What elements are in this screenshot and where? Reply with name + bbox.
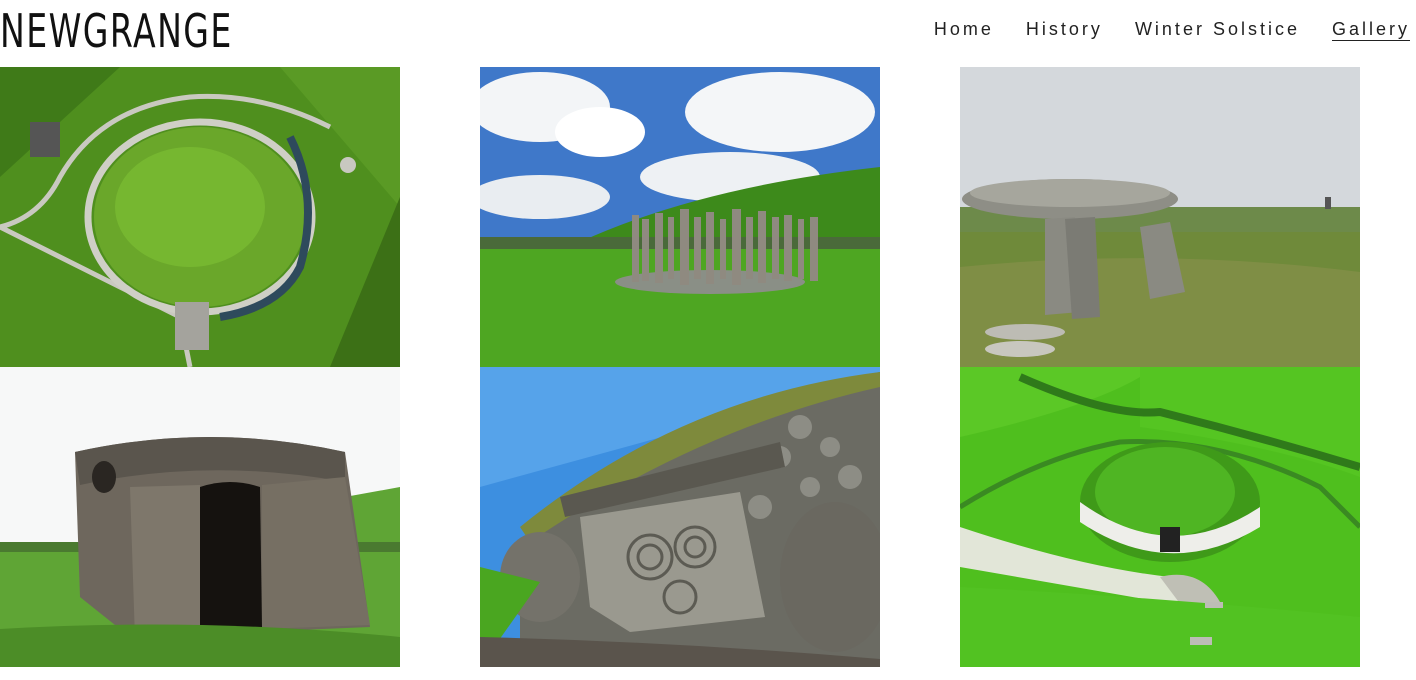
nav-gallery[interactable]: Gallery	[1331, 18, 1410, 41]
gallery-photo-kerbstone[interactable]	[480, 367, 880, 667]
main-nav: Home History Winter Solstice Gallery	[934, 18, 1410, 41]
gallery-photo-aerial-facade[interactable]	[960, 367, 1360, 667]
aerial-facade-image	[960, 367, 1360, 667]
nav-home[interactable]: Home	[934, 18, 994, 41]
gallery-photo-beehive-hut[interactable]	[0, 367, 400, 667]
site-logo[interactable]: NEWGRANGE	[0, 0, 233, 62]
gallery-photo-dolmen[interactable]	[960, 67, 1360, 367]
aerial-mound-image	[0, 67, 400, 367]
gallery-photo-aerial-mound[interactable]	[0, 67, 400, 367]
dolmen-image	[960, 67, 1360, 367]
nav-history[interactable]: History	[1026, 18, 1103, 41]
nav-winter-solstice[interactable]: Winter Solstice	[1135, 18, 1300, 41]
beehive-hut-image	[0, 367, 400, 667]
gallery-photo-timber-circle[interactable]	[480, 67, 880, 367]
timber-circle-image	[480, 67, 880, 367]
kerbstone-image	[480, 367, 880, 667]
photo-gallery	[0, 67, 1360, 667]
